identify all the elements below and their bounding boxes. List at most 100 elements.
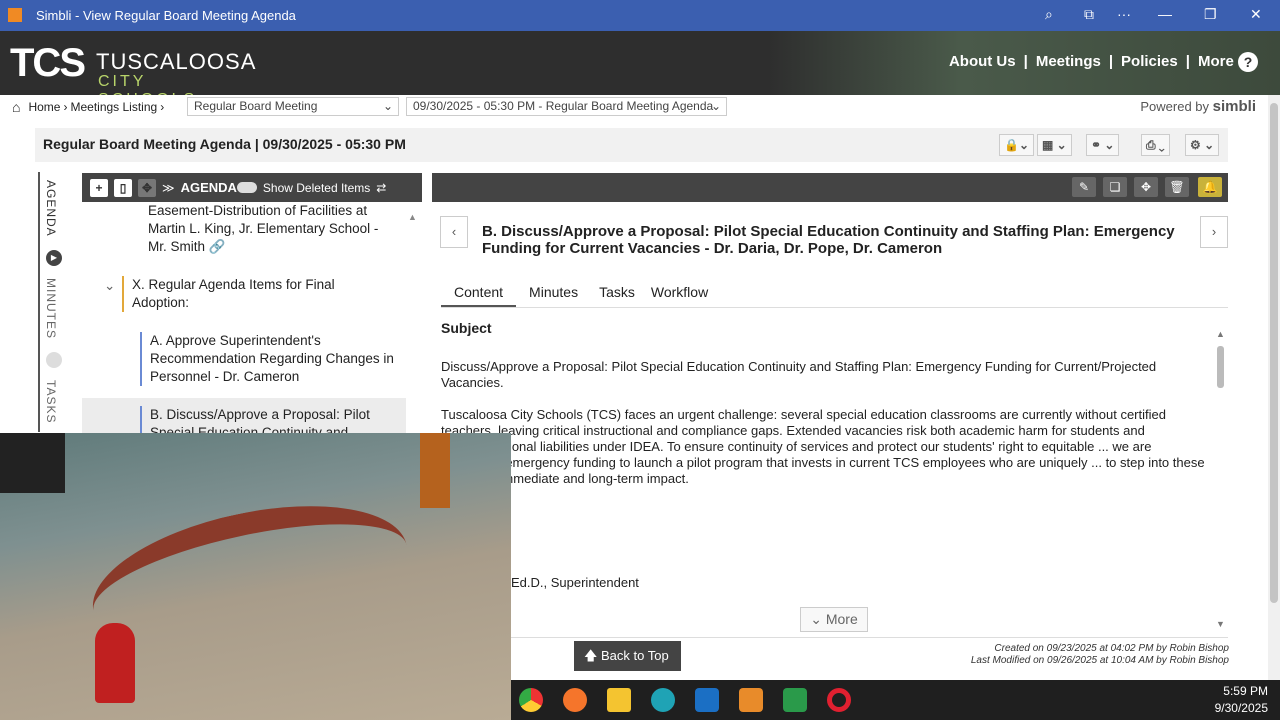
- scroll-thumb[interactable]: [1270, 103, 1278, 603]
- window-title: Simbli - View Regular Board Meeting Agen…: [36, 8, 296, 23]
- binoculars-menu[interactable]: ⚭ ⌄: [1086, 134, 1120, 156]
- copy-icon[interactable]: ❏: [1103, 177, 1127, 197]
- settings-menu[interactable]: ⚙ ⌄: [1185, 134, 1220, 156]
- chrome-icon[interactable]: [519, 688, 543, 712]
- chevron-down-icon[interactable]: ⌄: [104, 278, 115, 294]
- item-header: ‹ B. Discuss/Approve a Proposal: Pilot S…: [440, 214, 1230, 266]
- content-scroll-up[interactable]: ▲: [1216, 329, 1225, 339]
- edit-icon[interactable]: ✎: [1072, 177, 1096, 197]
- next-item-button[interactable]: ›: [1200, 216, 1228, 248]
- contact-heading: act: [441, 536, 1211, 552]
- link-icon: 🔗: [208, 239, 226, 254]
- help-icon[interactable]: ?: [1238, 52, 1258, 72]
- app-icon: [8, 8, 22, 22]
- agenda-section[interactable]: X. Regular Agenda Items for Final Adopti…: [122, 276, 382, 312]
- add-button[interactable]: +: [90, 178, 108, 197]
- item-toolbar: ✎ ❏ ✥ 🗑 🔔: [432, 173, 1228, 202]
- body-text: Tuscaloosa City Schools (TCS) faces an u…: [441, 407, 1205, 486]
- collapse-all-icon[interactable]: ≫: [162, 181, 175, 195]
- clock-time: 5:59 PM: [1223, 684, 1268, 698]
- print-menu[interactable]: ⎙ ⌄: [1141, 134, 1170, 156]
- simbli-app-icon[interactable]: [739, 688, 763, 712]
- nav-sep: |: [1185, 53, 1190, 70]
- close-button[interactable]: ✕: [1250, 6, 1262, 23]
- tab-tasks[interactable]: TASKS: [44, 380, 58, 423]
- lock-menu[interactable]: 🔒⌄: [999, 134, 1034, 156]
- chat-icon[interactable]: [783, 688, 807, 712]
- agenda-item[interactable]: Easement-Distribution of Facilities at M…: [140, 202, 390, 256]
- door: [420, 433, 450, 508]
- breadcrumb-meetings-listing[interactable]: Meetings Listing: [70, 100, 157, 114]
- tab-content[interactable]: Content: [441, 280, 517, 307]
- agenda-item-text: B. Discuss/Approve a Proposal: Pilot Spe…: [150, 407, 370, 433]
- nav-sep: |: [1023, 53, 1028, 70]
- tab-workflow[interactable]: Workflow: [643, 280, 716, 307]
- nav-about-us[interactable]: About Us: [949, 53, 1016, 70]
- meeting-select[interactable]: Regular Board Meeting ⌄: [187, 97, 399, 116]
- tab-agenda[interactable]: AGENDA: [44, 180, 58, 237]
- expand-panel-icon[interactable]: ⇄: [376, 181, 386, 195]
- clock-date: 9/30/2025: [1214, 701, 1268, 715]
- firefox-icon[interactable]: [563, 688, 587, 712]
- powered-by-label: Powered by: [1140, 99, 1210, 114]
- opera-icon[interactable]: [827, 688, 851, 712]
- content-scroll-down[interactable]: ▼: [1216, 619, 1225, 629]
- restore-button[interactable]: ❐: [1204, 6, 1217, 23]
- video-overlay[interactable]: [0, 433, 511, 720]
- item-title: B. Discuss/Approve a Proposal: Pilot Spe…: [482, 223, 1175, 257]
- tab-tasks[interactable]: Tasks: [591, 280, 643, 307]
- edge-icon[interactable]: [651, 688, 675, 712]
- person: [95, 623, 135, 703]
- breadcrumb-home[interactable]: Home: [28, 100, 60, 114]
- tab-minutes[interactable]: MINUTES: [44, 278, 58, 339]
- outlook-icon[interactable]: [695, 688, 719, 712]
- item-tabs: Content Minutes Tasks Workflow: [441, 280, 1228, 308]
- nav-policies[interactable]: Policies: [1121, 53, 1178, 70]
- more-button[interactable]: ⌄ More: [800, 607, 868, 632]
- zoom-icon[interactable]: ⌕: [1045, 6, 1053, 23]
- agenda-list: Easement-Distribution of Facilities at M…: [82, 202, 422, 433]
- play-icon[interactable]: ▶: [46, 250, 62, 266]
- agenda-toolbar: + ▯ ✥ ≫ AGENDA Show Deleted Items ⇄: [82, 173, 422, 202]
- chevron-down-icon: ⌄: [382, 99, 393, 113]
- minimize-button[interactable]: —: [1158, 6, 1172, 22]
- page-scrollbar[interactable]: [1268, 95, 1280, 680]
- move-icon[interactable]: ✥: [1134, 177, 1158, 197]
- agenda-scrollbar[interactable]: ▲: [406, 208, 420, 433]
- meeting-select-value: Regular Board Meeting: [194, 99, 318, 113]
- audit-info: Created on 09/23/2025 at 04:02 PM by Rob…: [971, 643, 1229, 667]
- speaker: [0, 433, 65, 493]
- clock[interactable]: 5:59 PM 9/30/2025: [1215, 683, 1268, 717]
- content-scroll-thumb[interactable]: [1217, 346, 1224, 388]
- meeting-title-bar: Regular Board Meeting Agenda | 09/30/202…: [35, 128, 1228, 162]
- show-deleted-toggle[interactable]: [236, 182, 257, 193]
- move-button[interactable]: ✥: [138, 178, 156, 197]
- delete-icon[interactable]: 🗑: [1165, 177, 1189, 197]
- home-icon[interactable]: ⌂: [12, 99, 20, 115]
- chevron-right-icon: ›: [160, 99, 165, 114]
- show-deleted-label: Show Deleted Items: [262, 180, 371, 195]
- previous-item-button[interactable]: ‹: [440, 216, 468, 248]
- more-icon[interactable]: ···: [1117, 6, 1131, 22]
- agenda-item[interactable]: A. Approve Superintendent's Recommendati…: [140, 332, 400, 386]
- agenda-select[interactable]: 09/30/2025 - 05:30 PM - Regular Board Me…: [406, 97, 727, 116]
- calendar-menu[interactable]: ▦ ⌄: [1037, 134, 1072, 156]
- tab-minutes[interactable]: Minutes: [516, 280, 591, 307]
- agenda-label: AGENDA: [180, 180, 237, 195]
- agenda-item-selected[interactable]: B. Discuss/Approve a Proposal: Pilot Spe…: [140, 406, 400, 433]
- back-to-top-button[interactable]: 🡅 Back to Top: [574, 641, 681, 671]
- app-mode-icon[interactable]: ⧉: [1084, 6, 1094, 23]
- chevron-down-icon: ⌄: [710, 99, 721, 113]
- notify-icon[interactable]: 🔔: [1198, 177, 1222, 197]
- meeting-title: Regular Board Meeting Agenda | 09/30/202…: [43, 136, 406, 152]
- file-explorer-icon[interactable]: [607, 688, 631, 712]
- nav-meetings[interactable]: Meetings: [1036, 53, 1101, 70]
- back-to-top-label: Back to Top: [601, 648, 669, 663]
- breadcrumb: ⌂ Home › Meetings Listing › Regular Boar…: [0, 95, 1268, 118]
- agenda-item-text: Easement-Distribution of Facilities at M…: [148, 203, 379, 254]
- chevron-right-icon: ›: [63, 99, 68, 114]
- nav-more[interactable]: More: [1198, 53, 1234, 70]
- window-titlebar: Simbli - View Regular Board Meeting Agen…: [0, 0, 1280, 31]
- contact-text: Ed.D., Superintendent: [511, 575, 639, 590]
- copy-button[interactable]: ▯: [114, 178, 132, 197]
